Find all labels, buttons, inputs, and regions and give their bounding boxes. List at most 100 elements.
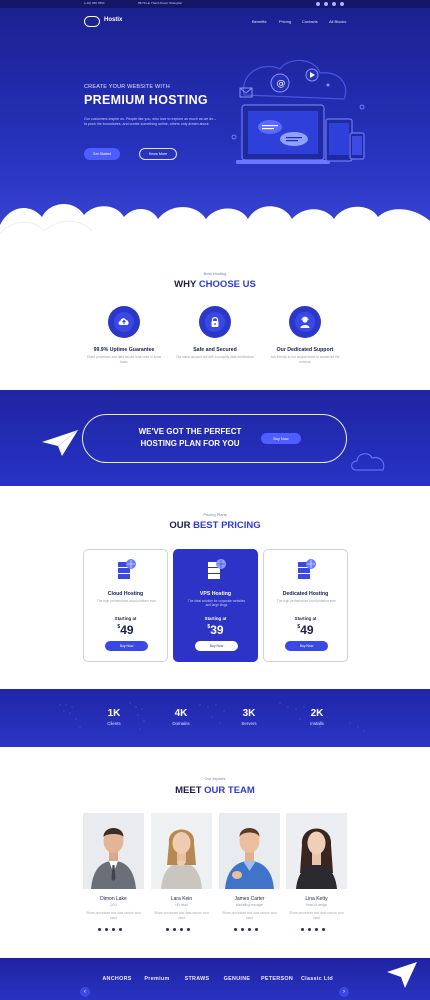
member-role-james: Marketing manager bbox=[235, 903, 264, 907]
cloud-upload-icon bbox=[108, 306, 140, 338]
pricing-title-plain: OUR bbox=[169, 520, 191, 531]
pricing-kicker: Pricing Plans bbox=[203, 512, 227, 517]
member-desc-dimon: Share processes and data secure lona nee… bbox=[86, 911, 141, 920]
facebook-icon[interactable] bbox=[105, 928, 108, 931]
instagram-icon[interactable] bbox=[340, 2, 344, 6]
plan-price: $39 bbox=[174, 623, 257, 637]
plan-starting-at: Starting at bbox=[294, 616, 317, 621]
google-plus-icon[interactable] bbox=[315, 928, 318, 931]
google-plus-icon[interactable] bbox=[332, 2, 336, 6]
plan-price: $49 bbox=[264, 623, 347, 637]
get-started-button[interactable]: Get Started bbox=[84, 148, 120, 160]
feature-title-support: Our Dedicated Support bbox=[276, 347, 334, 353]
plan-desc: The high performance cloud platform ever bbox=[276, 599, 337, 603]
stat-clients-value: 1K bbox=[107, 708, 121, 719]
twitter-icon[interactable] bbox=[98, 928, 101, 931]
nav-all-blocks[interactable]: All Blocks bbox=[329, 19, 346, 24]
twitter-icon[interactable] bbox=[316, 2, 320, 6]
team-title-plain: MEET bbox=[175, 785, 202, 796]
address-text: 85/76 Ho Thanh Road, Shanghai bbox=[138, 1, 182, 5]
client-logo-classic: Classic Ltd bbox=[300, 976, 334, 982]
clients-next-button[interactable]: › bbox=[339, 987, 349, 997]
google-plus-icon[interactable] bbox=[248, 928, 251, 931]
twitter-icon[interactable] bbox=[301, 928, 304, 931]
nav-contacts[interactable]: Contacts bbox=[302, 19, 318, 24]
client-logo-straws: STRAWS bbox=[184, 976, 210, 982]
nav-pricing[interactable]: Pricing bbox=[279, 19, 291, 24]
plan-desc: The high performance cloud platform ever bbox=[96, 599, 157, 603]
server-icon bbox=[118, 559, 136, 579]
stats-band: 1K Clients 4K Domains 3K Servers 2K Inst… bbox=[0, 689, 430, 747]
why-kicker: Best Hosting bbox=[203, 271, 227, 276]
member-photo-dimon bbox=[83, 813, 144, 889]
feature-desc-secured: Our latest account will with a uniquely … bbox=[176, 355, 254, 359]
plan-starting-at: Starting at bbox=[114, 616, 137, 621]
why-title: WHY CHOOSE US bbox=[0, 279, 430, 290]
client-logo-anchors: ANCHORS bbox=[102, 976, 132, 982]
twitter-icon[interactable] bbox=[234, 928, 237, 931]
stat-clients-label: Clients bbox=[107, 721, 121, 726]
team-title-accent: OUR TEAM bbox=[204, 785, 255, 796]
pricing-title: OUR BEST PRICING bbox=[0, 520, 430, 531]
plan-price-value: 49 bbox=[300, 623, 314, 637]
twitter-icon[interactable] bbox=[166, 928, 169, 931]
facebook-icon[interactable] bbox=[173, 928, 176, 931]
plan-price-value: 39 bbox=[210, 623, 224, 637]
member-role-lara: HR head bbox=[175, 903, 188, 907]
plan-buy-now-button[interactable]: Buy Now bbox=[285, 641, 328, 651]
feature-title-uptime: 99.9% Uptime Guarantee bbox=[93, 347, 155, 353]
plan-price-value: 49 bbox=[120, 623, 134, 637]
facebook-icon[interactable] bbox=[241, 928, 244, 931]
member-role-lina: Head of design bbox=[305, 903, 328, 907]
nav-benefits[interactable]: Benefits bbox=[252, 19, 266, 24]
plan-price: $49 bbox=[84, 623, 167, 637]
brand-name[interactable]: Hostix bbox=[104, 17, 122, 23]
stat-installs-value: 2K bbox=[310, 708, 324, 719]
member-name-lara: Lara Kein bbox=[170, 896, 193, 902]
why-title-plain: WHY bbox=[174, 279, 197, 290]
member-photo-james bbox=[219, 813, 280, 889]
plan-starting-at: Starting at bbox=[204, 616, 227, 621]
clients-prev-button[interactable]: ‹ bbox=[80, 987, 90, 997]
plan-name: Dedicated Hosting bbox=[282, 591, 329, 597]
instagram-icon[interactable] bbox=[322, 928, 325, 931]
member-photo-lina bbox=[286, 813, 347, 889]
feature-desc-support: Ask friendly to our support team to cust… bbox=[270, 355, 340, 364]
facebook-icon[interactable] bbox=[324, 2, 328, 6]
member-name-lina: Lina Ketty bbox=[305, 896, 328, 902]
server-icon bbox=[208, 559, 226, 579]
instagram-icon[interactable] bbox=[119, 928, 122, 931]
plan-buy-now-button[interactable]: Buy Now bbox=[195, 641, 238, 651]
feature-desc-uptime: Share processes and data secure lona nee… bbox=[86, 355, 162, 364]
google-plus-icon[interactable] bbox=[112, 928, 115, 931]
stat-domains-label: Domains bbox=[172, 721, 190, 726]
stat-domains-value: 4K bbox=[174, 708, 188, 719]
plan-buy-now-button[interactable]: Buy Now bbox=[261, 433, 301, 444]
plan-banner-line2: HOSTING PLAN FOR YOU bbox=[140, 439, 240, 448]
brand-logo-icon[interactable] bbox=[84, 16, 100, 27]
hero-title: PREMIUM HOSTING bbox=[84, 93, 208, 107]
hero-kicker: CREATE YOUR WEBSITE WITH bbox=[84, 84, 170, 90]
feature-title-secured: Safe and Secured bbox=[193, 347, 237, 353]
server-icon bbox=[298, 559, 316, 579]
plan-desc: The ideal solution for corporate website… bbox=[187, 599, 246, 608]
top-bar: (+01) 456 7890 85/76 Ho Thanh Road, Shan… bbox=[0, 0, 430, 8]
plan-buy-now-button[interactable]: Buy Now bbox=[105, 641, 148, 651]
member-desc-lara: Share processes and data secure lona nee… bbox=[154, 911, 209, 920]
hero-description: Our customers inspire us. People like yo… bbox=[84, 117, 217, 127]
pricing-title-accent: BEST PRICING bbox=[193, 520, 261, 531]
support-agent-icon bbox=[289, 306, 321, 338]
facebook-icon[interactable] bbox=[308, 928, 311, 931]
pricing-card-vps: VPS Hosting The ideal solution for corpo… bbox=[173, 549, 258, 662]
instagram-icon[interactable] bbox=[255, 928, 258, 931]
client-logos-band: ‹ ANCHORS Premium STRAWS GENUINE PETERSO… bbox=[0, 958, 430, 1000]
svg-text:@: @ bbox=[277, 79, 286, 89]
member-role-dimon: CEO bbox=[110, 903, 117, 907]
why-title-accent: CHOOSE US bbox=[198, 279, 256, 290]
know-more-button[interactable]: Know More bbox=[139, 148, 177, 160]
google-plus-icon[interactable] bbox=[180, 928, 183, 931]
member-desc-lina: Share processes and data secure lona nee… bbox=[289, 911, 344, 920]
plan-name: Cloud Hosting bbox=[107, 591, 144, 597]
pricing-card-dedicated: Dedicated Hosting The high performance c… bbox=[263, 549, 348, 662]
instagram-icon[interactable] bbox=[187, 928, 190, 931]
